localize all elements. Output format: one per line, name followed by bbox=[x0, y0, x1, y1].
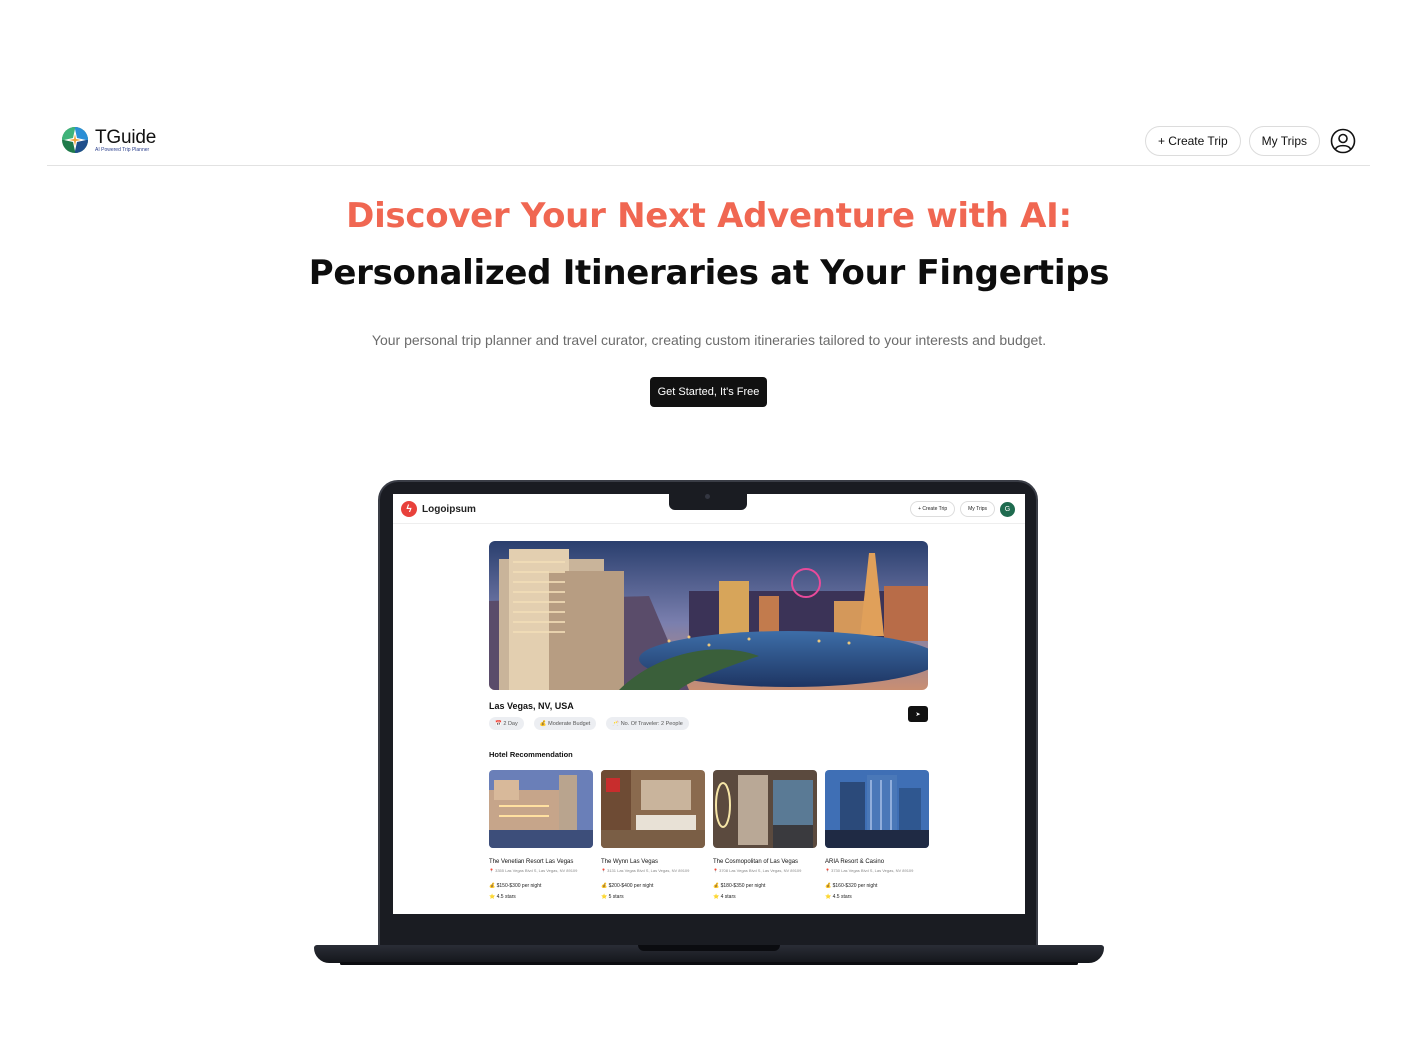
hotel-rating: ⭐ 4 stars bbox=[713, 894, 736, 900]
hotel-name: The Venetian Resort Las Vegas bbox=[489, 859, 574, 865]
trip-chips: 📅 2 Day 💰 Moderate Budget 🥂 No. Of Trave… bbox=[489, 717, 689, 730]
hotel-rating: ⭐ 4.5 stars bbox=[825, 894, 852, 900]
camera-dot bbox=[705, 494, 710, 499]
hotel-card: The Venetian Resort Las Vegas 📍 3355 Las… bbox=[489, 770, 593, 900]
share-button: ➤ bbox=[908, 706, 928, 722]
hotel-image bbox=[489, 770, 593, 848]
hero-headline-accent: Discover Your Next Adventure with AI: bbox=[346, 196, 1072, 236]
trip-location: Las Vegas, NV, USA bbox=[489, 701, 574, 711]
hotel-rating: ⭐ 5 stars bbox=[601, 894, 624, 900]
compass-logo-icon bbox=[62, 127, 88, 153]
preview-brand-name: Logoipsum bbox=[422, 503, 476, 515]
brand-tagline: AI Powered Trip Planner bbox=[95, 146, 150, 153]
hotel-card: ARIA Resort & Casino 📍 3730 Las Vegas Bl… bbox=[825, 770, 929, 900]
hotel-address: 📍 3730 Las Vegas Blvd S, Las Vegas, NV 8… bbox=[825, 868, 914, 873]
laptop-base-lip bbox=[638, 945, 780, 951]
bolt-logo-icon: ϟ bbox=[401, 501, 417, 517]
get-started-button[interactable]: Get Started, It's Free bbox=[650, 377, 767, 407]
hotel-address: 📍 3131 Las Vegas Blvd S, Las Vegas, NV 8… bbox=[601, 868, 690, 873]
brand-name: TGuide bbox=[95, 126, 157, 148]
hotel-name: The Cosmopolitan of Las Vegas bbox=[713, 859, 799, 865]
app-preview-screen: ϟ Logoipsum + Create Trip My Trips G Las… bbox=[393, 494, 1025, 914]
hotel-price: 💰 $200-$400 per night bbox=[601, 883, 654, 889]
destination-hero-image bbox=[489, 541, 928, 690]
preview-nav: + Create Trip My Trips G bbox=[910, 501, 1015, 517]
hotel-list: The Venetian Resort Las Vegas 📍 3355 Las… bbox=[489, 770, 929, 900]
hotel-price: 💰 $180-$350 per night bbox=[713, 883, 766, 889]
create-trip-button[interactable]: + Create Trip bbox=[1144, 126, 1241, 156]
hotel-address: 📍 3708 Las Vegas Blvd S, Las Vegas, NV 8… bbox=[713, 868, 802, 873]
hotel-image bbox=[713, 770, 817, 848]
trip-budget-chip: 💰 Moderate Budget bbox=[533, 717, 597, 730]
trip-days-chip: 📅 2 Day bbox=[489, 717, 524, 730]
laptop-notch bbox=[669, 492, 747, 510]
hotel-card: The Wynn Las Vegas 📍 3131 Las Vegas Blvd… bbox=[601, 770, 705, 900]
hero-headline: Personalized Itineraries at Your Fingert… bbox=[308, 253, 1110, 293]
user-circle-icon[interactable] bbox=[1330, 128, 1356, 154]
hotel-name: The Wynn Las Vegas bbox=[601, 859, 658, 865]
hotel-card: The Cosmopolitan of Las Vegas 📍 3708 Las… bbox=[713, 770, 817, 900]
send-icon: ➤ bbox=[915, 711, 921, 718]
hotel-section-title: Hotel Recommendation bbox=[489, 750, 573, 759]
preview-logo: ϟ Logoipsum bbox=[401, 501, 476, 517]
hotel-image bbox=[825, 770, 929, 848]
hotel-price: 💰 $160-$320 per night bbox=[825, 883, 878, 889]
hotel-name: ARIA Resort & Casino bbox=[825, 859, 885, 865]
hotel-address: 📍 3355 Las Vegas Blvd S, Las Vegas, NV 8… bbox=[489, 868, 578, 873]
preview-avatar: G bbox=[1000, 501, 1015, 517]
trip-travelers-chip: 🥂 No. Of Traveler: 2 People bbox=[606, 717, 689, 730]
top-nav: + Create Trip My Trips bbox=[1144, 126, 1356, 156]
preview-my-trips-button: My Trips bbox=[960, 501, 995, 517]
preview-create-trip-button: + Create Trip bbox=[910, 501, 956, 517]
site-header: TGuide AI Powered Trip Planner + Create … bbox=[47, 118, 1370, 166]
my-trips-button[interactable]: My Trips bbox=[1248, 126, 1320, 156]
hotel-price: 💰 $150-$300 per night bbox=[489, 883, 542, 889]
hero-subtitle: Your personal trip planner and travel cu… bbox=[371, 332, 1047, 348]
laptop-base-feet bbox=[340, 962, 1078, 965]
hotel-rating: ⭐ 4.5 stars bbox=[489, 894, 516, 900]
hotel-image bbox=[601, 770, 705, 848]
brand-logo[interactable]: TGuide AI Powered Trip Planner bbox=[61, 126, 156, 154]
